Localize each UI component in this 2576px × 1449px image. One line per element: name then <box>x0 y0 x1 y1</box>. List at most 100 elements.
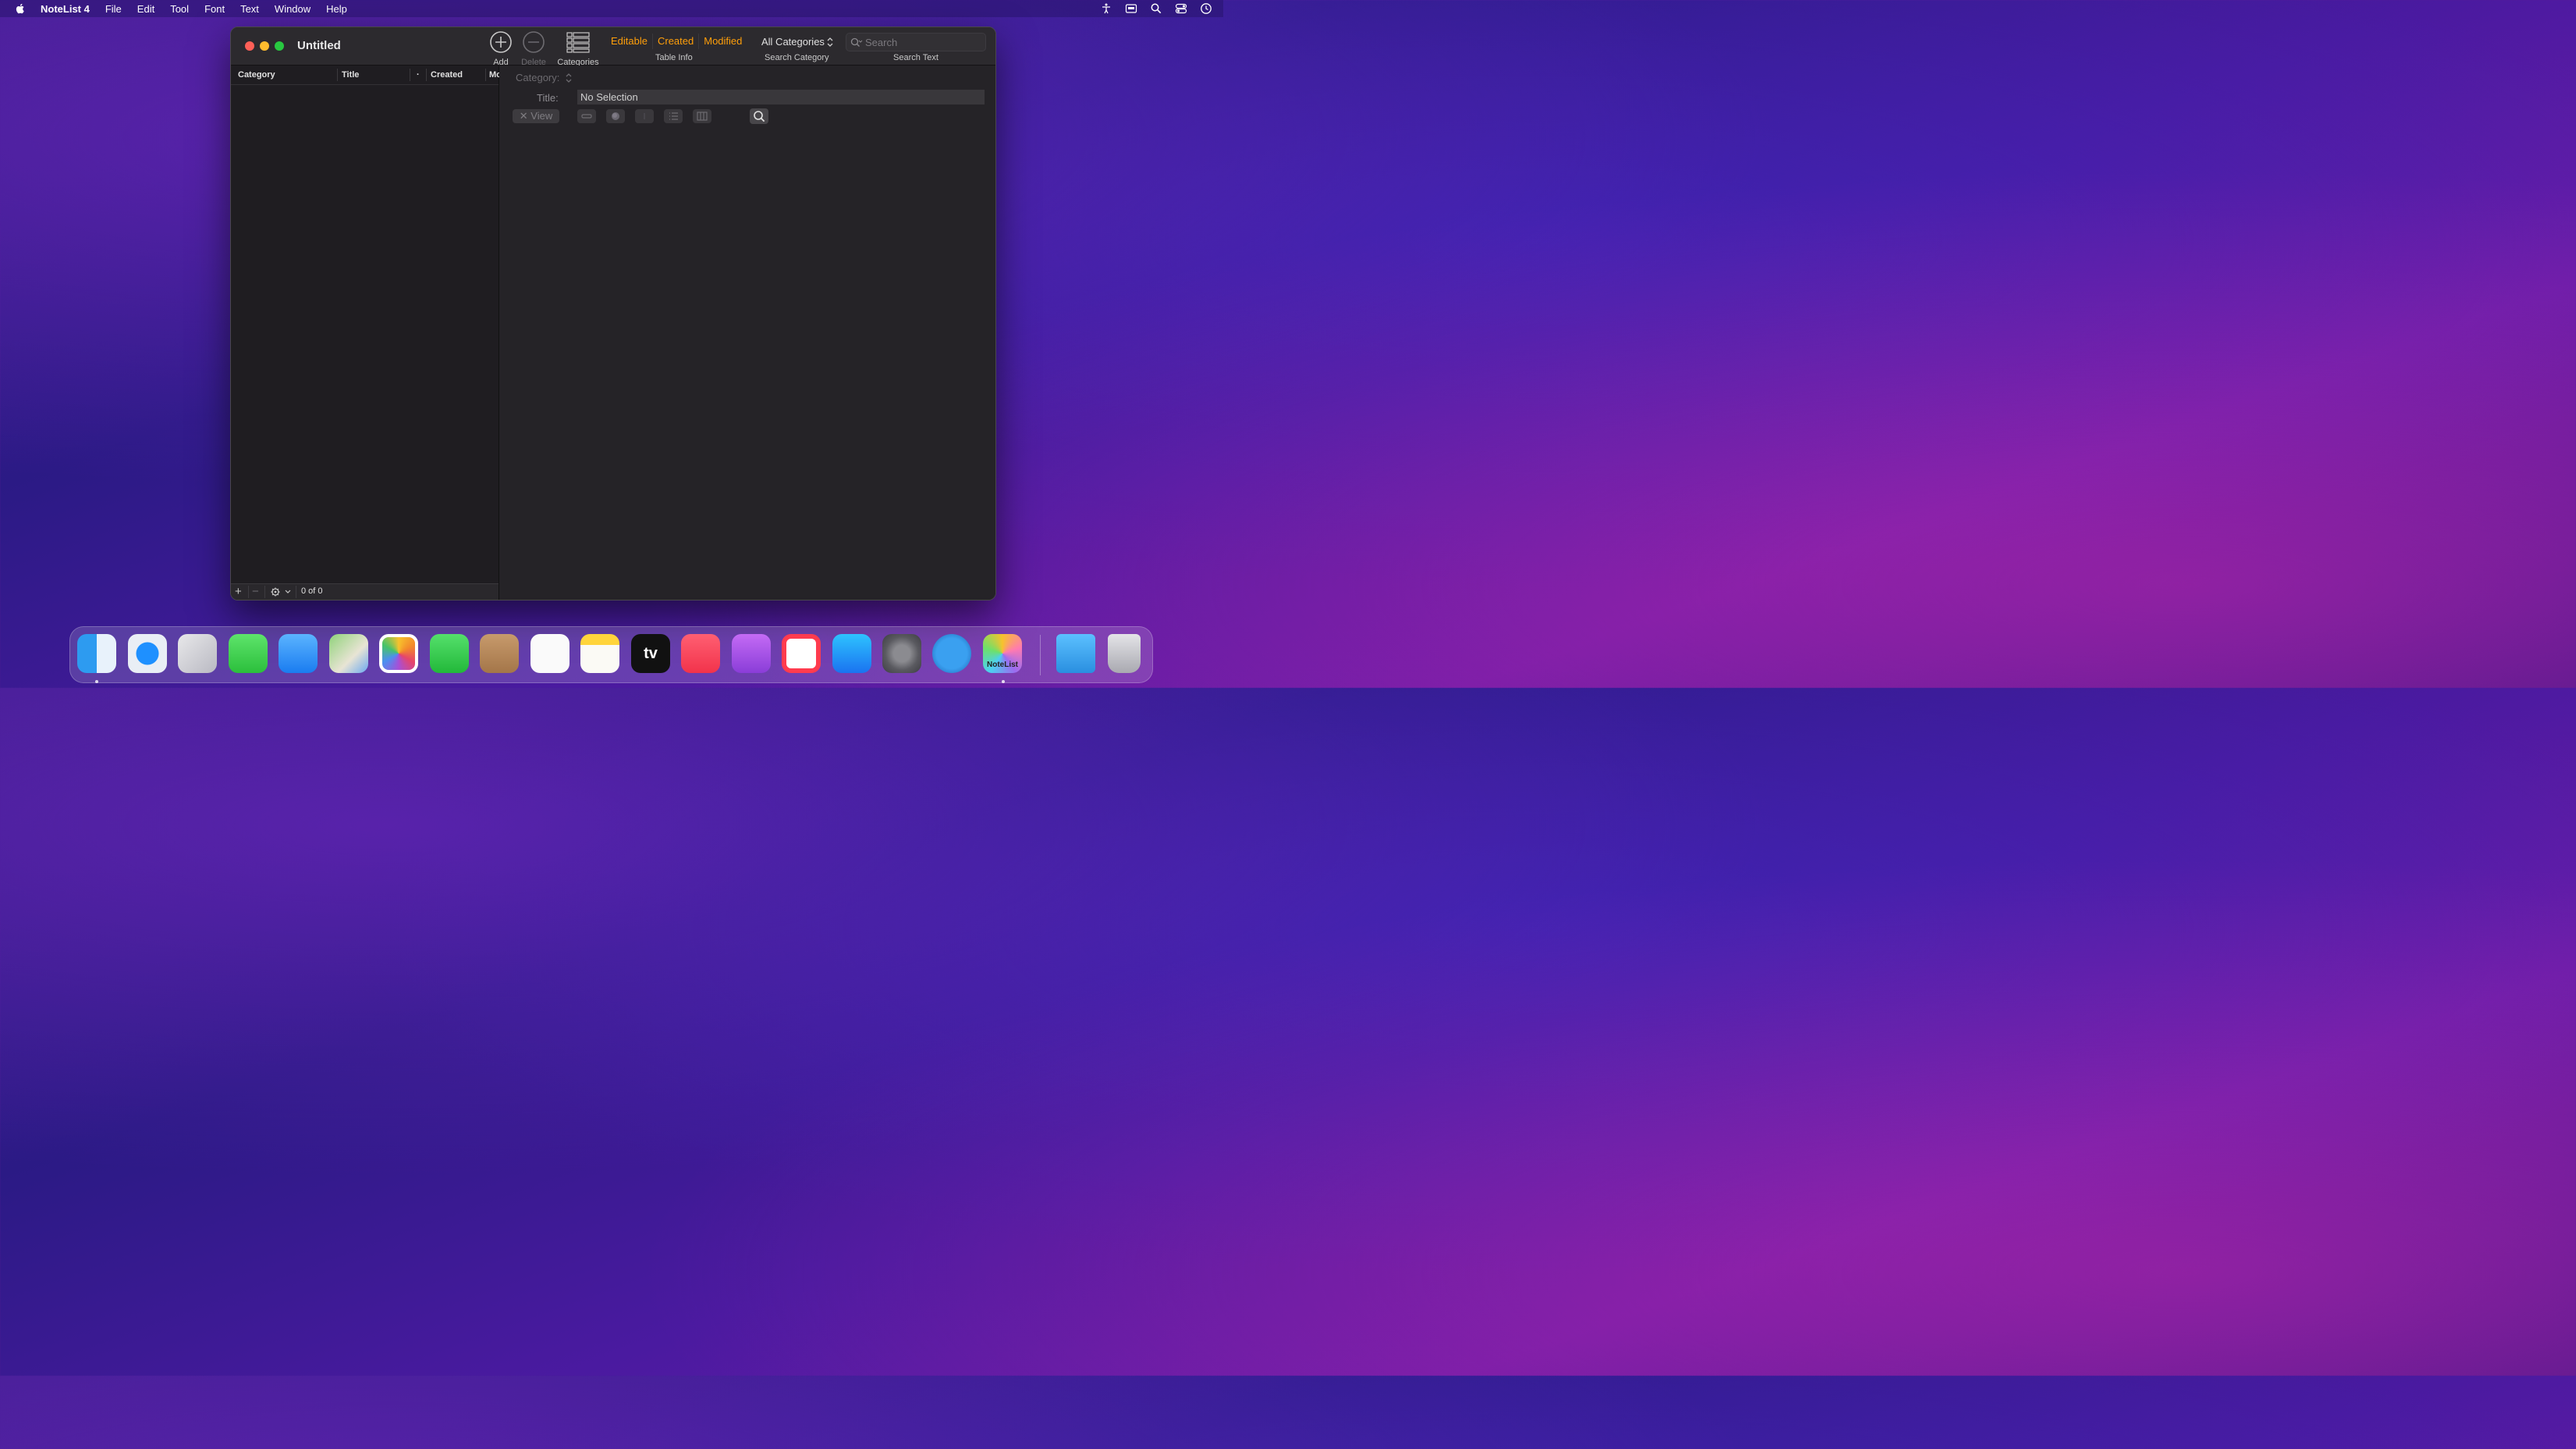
list-format-button[interactable] <box>664 109 683 123</box>
plus-circle-icon <box>490 31 512 53</box>
folder-icon[interactable] <box>1056 634 1095 673</box>
music-icon[interactable] <box>681 634 720 673</box>
menu-bar: NoteList 4 File Edit Tool Font Text Wind… <box>0 0 1223 17</box>
add-button[interactable]: Add <box>486 30 516 67</box>
clock-icon[interactable] <box>1200 2 1212 15</box>
running-indicator <box>1002 680 1005 683</box>
footer-remove-button[interactable]: − <box>252 586 259 597</box>
segment-created[interactable]: Created <box>653 34 700 49</box>
mail-icon[interactable] <box>279 634 318 673</box>
record-count: 0 of 0 <box>301 586 323 596</box>
title-label: Title: <box>537 92 559 104</box>
delete-button[interactable]: Delete <box>518 30 549 67</box>
find-button[interactable] <box>750 108 768 124</box>
column-header-created[interactable]: Created <box>431 70 463 80</box>
view-button-label: View <box>530 110 553 122</box>
category-label: Category: <box>516 72 560 83</box>
menu-edit[interactable]: Edit <box>137 3 154 15</box>
footer-divider <box>264 586 265 598</box>
column-header-mark[interactable]: · <box>417 70 420 80</box>
color-button[interactable] <box>606 109 625 123</box>
segment-modified[interactable]: Modified <box>699 34 747 49</box>
list-icon <box>669 112 678 120</box>
notelist-icon[interactable]: NoteList <box>983 634 1022 673</box>
segment-editable[interactable]: Editable <box>606 34 653 49</box>
facetime-icon[interactable] <box>430 634 469 673</box>
minimize-window-button[interactable] <box>260 41 269 51</box>
menu-window[interactable]: Window <box>275 3 310 15</box>
system-preferences-icon[interactable] <box>882 634 921 673</box>
category-selector[interactable]: Category: <box>516 72 572 83</box>
safari-icon[interactable] <box>128 634 167 673</box>
search-input[interactable]: Search <box>846 33 986 51</box>
zoom-window-button[interactable] <box>275 41 284 51</box>
window-toolbar: Untitled Add Delete Categories Editable … <box>231 27 995 67</box>
menu-text[interactable]: Text <box>240 3 259 15</box>
dock: tv NoteList <box>69 626 1153 683</box>
column-header-category[interactable]: Category <box>238 70 275 80</box>
footer-add-button[interactable]: + <box>235 586 242 597</box>
columns-icon <box>697 112 708 121</box>
column-header-title[interactable]: Title <box>342 70 359 80</box>
table-format-button[interactable] <box>693 109 711 123</box>
notelist-window: Untitled Add Delete Categories Editable … <box>230 27 996 601</box>
categories-list-icon <box>566 32 590 53</box>
table-info-segmented-control: Editable Created Modified <box>606 34 747 49</box>
color-wheel-icon <box>612 112 619 120</box>
view-button[interactable]: ✕ View <box>513 109 559 123</box>
font-style-button[interactable] <box>635 109 654 123</box>
column-divider[interactable] <box>337 69 338 81</box>
running-indicator <box>95 680 98 683</box>
text-style-icon <box>644 113 645 119</box>
categories-button[interactable]: Categories <box>555 30 601 67</box>
launchpad-icon[interactable] <box>178 634 217 673</box>
chevron-updown-icon <box>827 37 833 47</box>
close-icon: ✕ <box>519 110 528 122</box>
search-icon <box>850 37 863 47</box>
notelist-icon-label: NoteList <box>987 661 1018 669</box>
magnifier-icon <box>754 111 765 122</box>
link-format-button[interactable] <box>577 109 596 123</box>
gear-menu-icon[interactable] <box>269 586 293 597</box>
messages-icon[interactable] <box>229 634 268 673</box>
menu-tool[interactable]: Tool <box>170 3 189 15</box>
maps-icon[interactable] <box>329 634 368 673</box>
notes-icon[interactable] <box>580 634 619 673</box>
search-category-value: All Categories <box>761 36 825 48</box>
tv-icon[interactable]: tv <box>631 634 670 673</box>
table-info-label: Table Info <box>655 53 693 62</box>
search-text-label: Search Text <box>893 53 939 62</box>
contacts-icon[interactable] <box>480 634 519 673</box>
detail-pane: Category: Title: No Selection ✕ View <box>499 66 995 600</box>
control-center-icon[interactable] <box>1175 2 1187 15</box>
window-title: Untitled <box>297 39 341 52</box>
close-window-button[interactable] <box>245 41 254 51</box>
menu-app-name[interactable]: NoteList 4 <box>41 3 90 15</box>
table-footer: + − 0 of 0 <box>231 583 499 600</box>
menu-help[interactable]: Help <box>326 3 347 15</box>
notes-table[interactable]: Category Title · Created Mo + − 0 of 0 <box>231 66 502 600</box>
column-divider[interactable] <box>485 69 486 81</box>
menu-file[interactable]: File <box>105 3 122 15</box>
chevron-updown-icon <box>566 73 572 83</box>
mountain-app-icon[interactable] <box>932 634 971 673</box>
photos-icon[interactable] <box>379 634 418 673</box>
accessibility-icon[interactable] <box>1100 2 1112 15</box>
app-store-icon[interactable] <box>832 634 871 673</box>
column-divider[interactable] <box>426 69 427 81</box>
link-icon <box>581 114 592 119</box>
finder-icon[interactable] <box>77 634 116 673</box>
menu-font[interactable]: Font <box>204 3 225 15</box>
search-category-label: Search Category <box>765 53 829 62</box>
search-category-popup[interactable]: All Categories <box>755 34 836 50</box>
keyboard-icon[interactable] <box>1125 2 1137 15</box>
title-field[interactable]: No Selection <box>577 90 985 105</box>
podcasts-icon[interactable] <box>732 634 771 673</box>
apple-icon[interactable] <box>14 2 27 15</box>
trash-icon[interactable] <box>1108 634 1141 673</box>
news-icon[interactable] <box>782 634 821 673</box>
search-placeholder: Search <box>865 37 898 48</box>
reminders-icon[interactable] <box>530 634 569 673</box>
table-header: Category Title · Created Mo <box>231 66 502 85</box>
spotlight-search-icon[interactable] <box>1150 2 1162 15</box>
